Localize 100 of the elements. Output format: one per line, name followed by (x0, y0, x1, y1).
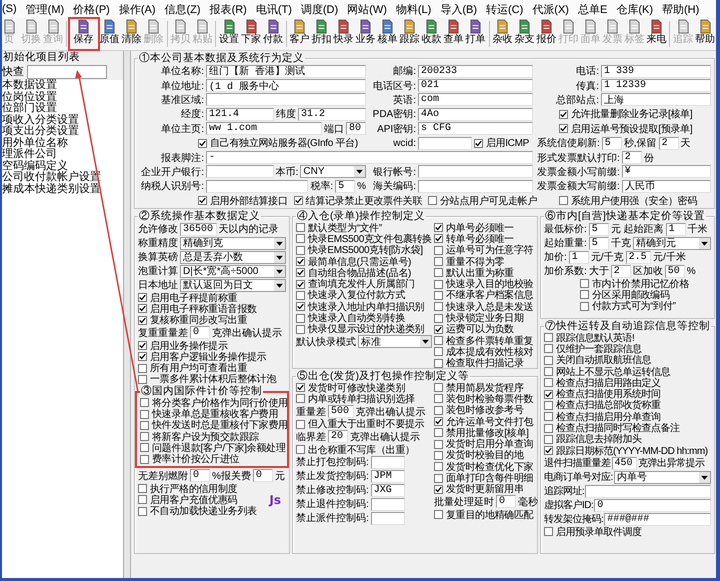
checkbox[interactable] (138, 484, 147, 494)
toolbar-button[interactable]: 客户 (288, 18, 311, 50)
checkbox[interactable] (296, 394, 305, 404)
number-field[interactable]: 36500 (180, 222, 216, 236)
checkbox[interactable] (296, 268, 305, 278)
number-field[interactable]: 5 (588, 236, 609, 250)
menu-item[interactable]: 物料(L) (396, 2, 432, 16)
checkbox[interactable] (434, 314, 443, 323)
checkbox[interactable] (434, 324, 443, 334)
checkbox[interactable] (296, 257, 305, 266)
sidebar-item[interactable]: 项收入分类设置 (2, 114, 123, 126)
text-field[interactable]: (1 d 服务中心 (206, 79, 366, 92)
checkbox-option[interactable]: 快录EMS5000克转[防水袋] (296, 243, 423, 258)
checkbox[interactable] (434, 302, 443, 312)
checkbox[interactable] (434, 484, 443, 494)
checkbox-option[interactable]: 启用ICMP (474, 136, 529, 150)
toolbar-button[interactable]: 清除 (120, 18, 143, 50)
checkbox[interactable] (296, 234, 305, 244)
sidebar-item[interactable]: 本数据设置 (2, 80, 123, 92)
text-field[interactable] (206, 165, 274, 178)
menu-item[interactable]: 调度(D) (300, 2, 338, 16)
checkbox[interactable] (140, 410, 149, 419)
toolbar-button[interactable]: 保存 (68, 18, 99, 50)
text-field[interactable]: 200233 (418, 64, 533, 78)
menu-item[interactable]: 价格(P) (73, 2, 110, 16)
checkbox[interactable] (138, 374, 147, 384)
checkbox[interactable] (294, 196, 303, 206)
text-field[interactable]: 31.2 (298, 108, 366, 121)
checkbox[interactable] (434, 280, 443, 289)
text-field[interactable] (418, 180, 533, 193)
checkbox-option[interactable]: 装包时修改参考号 (434, 403, 524, 418)
checkbox[interactable] (474, 138, 483, 148)
checkbox-option[interactable]: 启用运单号预设提取[预录单] (559, 122, 692, 136)
toolbar-button[interactable]: 付款 (262, 18, 284, 50)
checkbox[interactable] (138, 495, 147, 504)
checkbox[interactable] (138, 316, 147, 325)
checkbox-option[interactable]: 系统用户使用强（安全）密码 (559, 194, 698, 208)
checkbox[interactable] (544, 356, 553, 365)
checkbox[interactable] (544, 390, 553, 399)
checkbox-option[interactable]: 运单号可为任意字符 (434, 243, 534, 258)
checkbox[interactable] (434, 257, 443, 266)
menu-item[interactable]: 管理(M) (26, 2, 64, 16)
toolbar-button[interactable]: 杂收 (491, 18, 514, 50)
checkbox[interactable] (138, 352, 147, 362)
checkbox-option[interactable]: 发货时校验目的地 (434, 448, 524, 462)
checkbox-option[interactable]: 结算记录禁止更改票件关联 (294, 194, 422, 208)
sidebar-item[interactable]: 位岗位设置 (2, 92, 123, 103)
checkbox[interactable] (559, 124, 568, 134)
number-field[interactable]: 5 (335, 180, 356, 193)
checkbox[interactable] (140, 454, 149, 464)
menu-item[interactable]: 转运(C) (486, 2, 524, 16)
checkbox-option[interactable]: 运费可以为负数 (434, 322, 514, 336)
toolbar-button[interactable]: 查单 (442, 18, 465, 50)
code-field[interactable]: JPM (370, 470, 405, 483)
number-field[interactable]: 2 (658, 136, 679, 150)
number-field[interactable]: 0 (190, 326, 210, 340)
number-field[interactable]: 5 (602, 136, 622, 150)
toolbar-button[interactable]: 下家 (240, 18, 262, 50)
text-field[interactable]: ww 1.com (206, 122, 322, 136)
checkbox-option[interactable]: 快速录入复位付款方式 (296, 288, 406, 302)
text-field[interactable] (418, 136, 472, 150)
text-field[interactable]: 1 339 (601, 64, 711, 78)
toolbar-button[interactable]: 帮助 (694, 18, 716, 50)
toolbar-button[interactable]: 跟踪 (398, 18, 421, 50)
dropdown[interactable]: 默认返回为日文 (180, 278, 286, 292)
dropdown[interactable]: CNY (300, 165, 366, 178)
text-field[interactable]: - (206, 151, 533, 164)
checkbox-option[interactable]: 关闭自动抓取航班信息 (544, 353, 651, 368)
code-field[interactable] (370, 456, 405, 469)
checkbox[interactable] (544, 344, 553, 354)
checkbox-option[interactable]: 启用预录单取件调度 (544, 524, 642, 539)
checkbox-option[interactable]: 最简单信息(只需运单号) (296, 254, 412, 269)
checkbox-option[interactable]: 不继承客户档案信息 (434, 288, 534, 302)
number-field[interactable]: 1 (666, 222, 686, 236)
checkbox[interactable] (296, 383, 305, 392)
checkbox[interactable] (544, 527, 553, 536)
text-field[interactable]: 1 12339 (601, 79, 711, 92)
checkbox-option[interactable]: 不自动加载快递业务列表 (138, 504, 257, 518)
checkbox[interactable] (544, 412, 553, 422)
checkbox[interactable] (434, 394, 443, 404)
text-field[interactable]: ###@### (604, 512, 711, 526)
number-field[interactable]: 2 (622, 151, 642, 164)
menu-item[interactable]: 网站(W) (347, 2, 387, 16)
checkbox[interactable] (434, 474, 443, 483)
checkbox[interactable] (580, 290, 589, 300)
checkbox[interactable] (434, 347, 443, 356)
checkbox[interactable] (296, 324, 305, 334)
checkbox[interactable] (434, 336, 443, 346)
menu-item[interactable]: 导入(B) (440, 2, 478, 16)
text-field[interactable] (206, 93, 366, 106)
text-field[interactable]: 人民币 (622, 180, 711, 193)
checkbox[interactable] (434, 440, 443, 449)
checkbox[interactable] (434, 417, 443, 426)
code-field[interactable]: JXG (370, 484, 405, 497)
checkbox-option[interactable]: 检查点扫描启用分单查询 (544, 410, 660, 424)
toolbar-button[interactable]: 报价 (535, 18, 558, 50)
checkbox-option[interactable]: 允许批量删除业务记录[核单] (559, 107, 692, 122)
text-field[interactable] (418, 165, 533, 178)
checkbox[interactable] (296, 420, 305, 429)
number-field[interactable]: 2 (610, 264, 631, 278)
